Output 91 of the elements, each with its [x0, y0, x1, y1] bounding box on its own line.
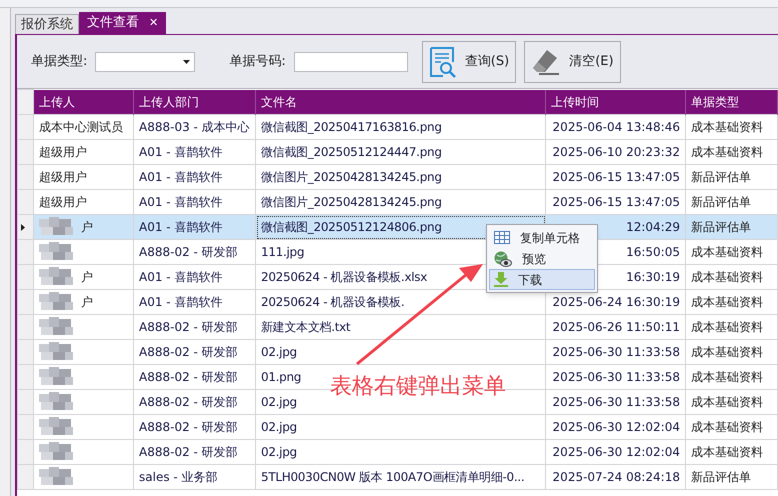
table-cell: 2025-07-24 08:24:18: [546, 464, 686, 490]
table-cell: 成本基础资料: [686, 264, 778, 290]
dropdown-field[interactable]: [95, 52, 196, 72]
table-cell: 2025-06-26 11:50:11: [546, 314, 686, 340]
row-header-cell[interactable]: [18, 290, 34, 314]
row-header-cell[interactable]: [18, 464, 34, 490]
search-button[interactable]: 查询(S): [422, 40, 516, 82]
caret-icon: [183, 60, 190, 64]
input-field[interactable]: [294, 52, 408, 72]
table-cell: 成本中心测试员: [34, 114, 134, 140]
table-icon: [494, 231, 510, 244]
globe-eye-icon: [494, 250, 512, 266]
table-cell: 户: [34, 290, 134, 314]
table-cell: 02.jpg: [256, 440, 546, 464]
table-cell: 2025-06-30 11:33:58: [546, 364, 686, 390]
clear-button[interactable]: 清空(E): [524, 40, 621, 82]
row-header-cell[interactable]: [18, 364, 34, 390]
table-cell: 超级用户: [34, 164, 134, 190]
table-cell: 成本基础资料: [686, 240, 778, 264]
table-cell: 2025-06-30 12:02:04: [546, 414, 686, 440]
table-cell: A01 - 喜鹊软件: [134, 264, 256, 290]
table-cell: A01 - 喜鹊软件: [134, 290, 256, 314]
row-header-cell[interactable]: [18, 214, 34, 240]
table-cell: 成本基础资料: [686, 340, 778, 364]
table-cell: 微信图片_20250428134245.png: [256, 164, 546, 190]
table-cell: 成本基础资料: [686, 390, 778, 414]
table-cell: 新品评估单: [686, 190, 778, 214]
row-pointer-icon: [21, 224, 25, 230]
row-header-cell[interactable]: [18, 390, 34, 414]
download-icon: [494, 272, 508, 287]
table-cell: A01 - 喜鹊软件: [134, 214, 256, 240]
table-cell: 成本基础资料: [686, 414, 778, 440]
row-header-cell[interactable]: [18, 340, 34, 364]
table-cell: sales - 业务部: [134, 464, 256, 490]
row-header-cell[interactable]: [18, 240, 34, 264]
table-cell: A888-02 - 研发部: [134, 440, 256, 464]
table-cell: 成本基础资料: [686, 290, 778, 314]
table-cell: 新建文本文档.txt: [256, 314, 546, 340]
table-cell: 成本基础资料: [686, 314, 778, 340]
table-cell: A888-02 - 研发部: [134, 340, 256, 364]
row-header-cell[interactable]: [18, 414, 34, 440]
table-cell: A01 - 喜鹊软件: [134, 140, 256, 164]
table-cell: A888-03 - 成本中心: [134, 114, 256, 140]
table-cell: 成本基础资料: [686, 114, 778, 140]
table-cell: 20250624 - 机器设备模板.: [256, 290, 546, 314]
table-cell: A888-02 - 研发部: [134, 414, 256, 440]
search-icon: [428, 46, 457, 78]
table-cell: 2025-06-15 13:47:05: [546, 190, 686, 214]
row-header-cell[interactable]: [18, 190, 34, 214]
table-cell: 微信截图_20250417163816.png: [256, 114, 546, 140]
row-header-cell[interactable]: [18, 314, 34, 340]
table-cell: 户: [34, 214, 134, 240]
table-cell: A01 - 喜鹊软件: [134, 164, 256, 190]
field-label: 单据类型:: [31, 52, 88, 71]
table-cell: 新品评估单: [686, 214, 778, 240]
tab[interactable]: 文件查看 ✕: [79, 12, 166, 34]
row-header-cell[interactable]: [18, 440, 34, 464]
table-cell: 微信图片_20250428134245.png: [256, 190, 546, 214]
table-cell: 2025-06-30 11:33:58: [546, 340, 686, 364]
table-cell: 成本基础资料: [686, 140, 778, 164]
table-cell: A888-02 - 研发部: [134, 364, 256, 390]
row-header-cell[interactable]: [18, 114, 34, 140]
field-label: 单据号码:: [229, 52, 286, 71]
table-cell: 2025-06-24 16:30:19: [546, 290, 686, 314]
tab[interactable]: 报价系统: [15, 14, 79, 34]
table-cell: A888-02 - 研发部: [134, 240, 256, 264]
table-cell: 2025-06-30 12:02:04: [546, 440, 686, 464]
table-cell: 2025-06-04 13:48:46: [546, 114, 686, 140]
table-cell: 5TLH0030CN0W 版本 100A7O画框清单明细-0...: [256, 464, 546, 490]
table-cell: 超级用户: [34, 140, 134, 164]
table-cell: 2025-06-15 13:47:05: [546, 164, 686, 190]
table-cell: A01 - 喜鹊软件: [134, 190, 256, 214]
row-header-cell[interactable]: [18, 140, 34, 164]
row-header-cell[interactable]: [18, 264, 34, 290]
table-cell: A888-02 - 研发部: [134, 390, 256, 414]
eraser-icon: [531, 48, 562, 76]
table-cell: 成本基础资料: [686, 440, 778, 464]
table-cell: 02.jpg: [256, 414, 546, 440]
table-cell: 新品评估单: [686, 164, 778, 190]
table-cell: 新品评估单: [686, 464, 778, 490]
table-cell: 2025-06-10 20:23:32: [546, 140, 686, 164]
table-cell: 02.jpg: [256, 340, 546, 364]
table-cell: 微信截图_20250512124447.png: [256, 140, 546, 164]
row-header-cell[interactable]: [18, 164, 34, 190]
table-cell: 户: [34, 264, 134, 290]
close-icon[interactable]: ✕: [149, 14, 158, 32]
table-cell: 超级用户: [34, 190, 134, 214]
menu-item[interactable]: 下载: [489, 269, 595, 290]
table-cell: 2025-06-30 11:33:58: [546, 390, 686, 414]
table-cell: A888-02 - 研发部: [134, 314, 256, 340]
table-cell: 成本基础资料: [686, 364, 778, 390]
